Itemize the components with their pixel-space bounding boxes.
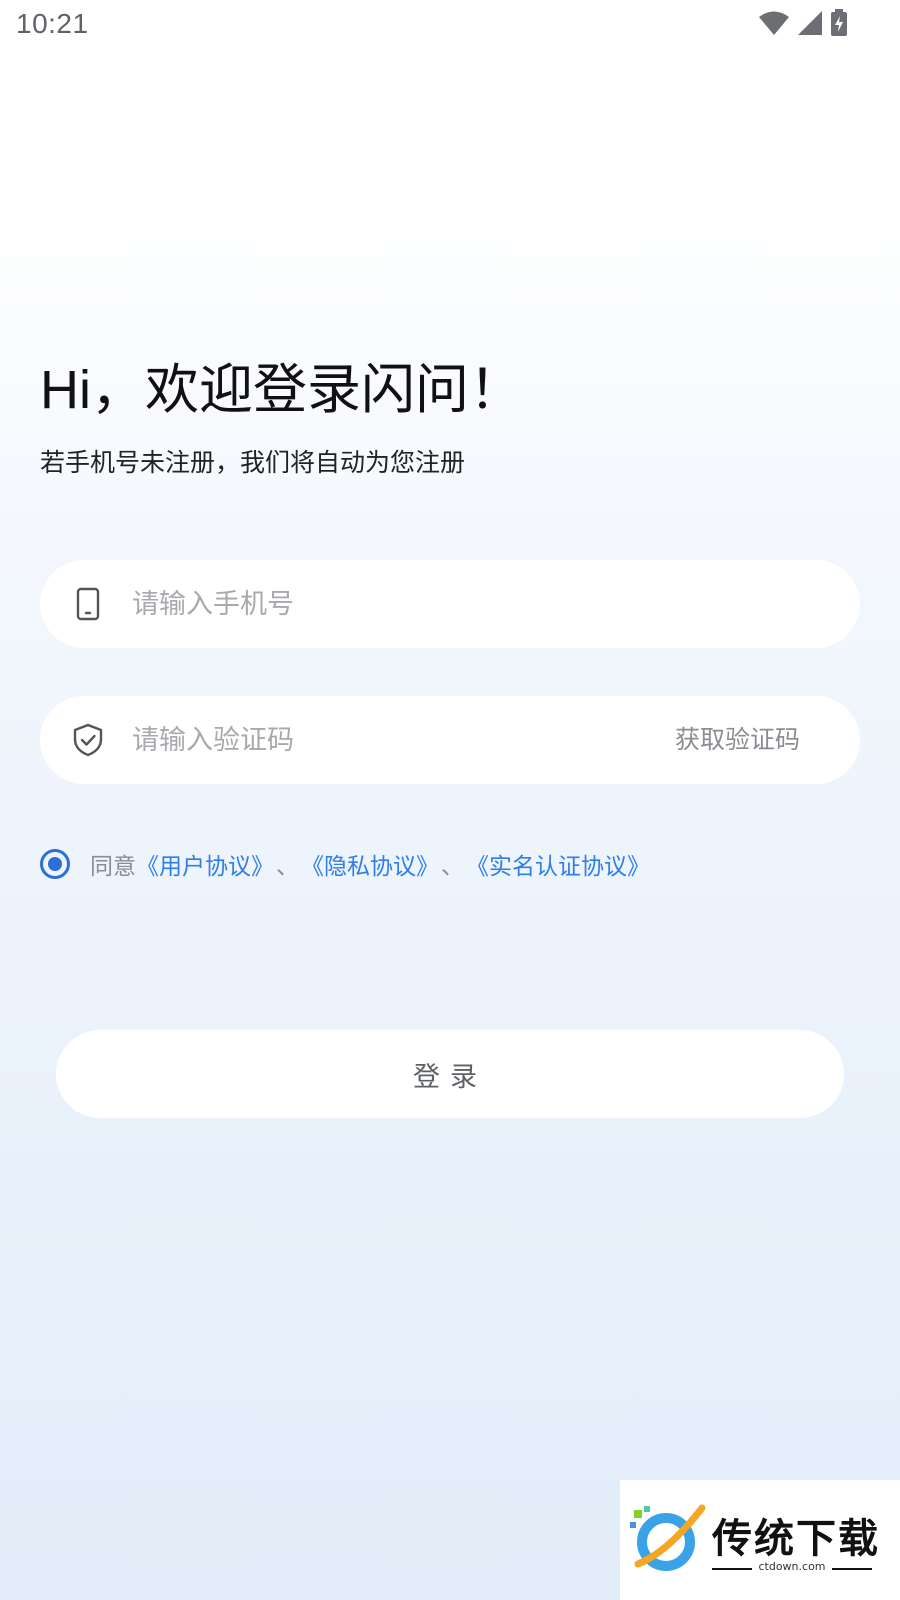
agree-prefix: 同意 bbox=[90, 854, 136, 880]
watermark-logo-icon bbox=[630, 1504, 706, 1571]
battery-charging-icon bbox=[831, 9, 847, 36]
agreement-row: 同意 《用户协议》 、 《隐私协议》 、 《实名认证协议》 bbox=[40, 848, 650, 880]
register-hint: 若手机号未注册，我们将自动为您注册 bbox=[40, 448, 466, 477]
agree-radio[interactable] bbox=[40, 849, 70, 879]
separator: 、 bbox=[276, 854, 299, 880]
realname-agreement-link[interactable]: 《实名认证协议》 bbox=[466, 847, 650, 881]
watermark-title: 传统下载 bbox=[712, 1516, 880, 1562]
watermark-subtitle: ctdown.com bbox=[758, 1560, 826, 1573]
phone-input[interactable] bbox=[132, 560, 612, 648]
login-button[interactable]: 登录 bbox=[56, 1030, 844, 1118]
radio-dot bbox=[48, 857, 62, 871]
code-input[interactable] bbox=[132, 696, 612, 784]
get-code-button[interactable]: 获取验证码 bbox=[675, 696, 800, 784]
privacy-agreement-link[interactable]: 《隐私协议》 bbox=[301, 847, 439, 881]
phone-icon bbox=[76, 587, 100, 621]
page-title: Hi，欢迎登录闪问！ bbox=[40, 360, 523, 420]
status-time: 10:21 bbox=[16, 8, 89, 39]
code-field[interactable]: 获取验证码 bbox=[40, 696, 860, 784]
user-agreement-link[interactable]: 《用户协议》 bbox=[136, 847, 274, 881]
signal-icon bbox=[798, 11, 822, 35]
status-icons bbox=[758, 8, 848, 38]
shield-check-icon bbox=[73, 723, 103, 757]
separator: 、 bbox=[441, 854, 464, 880]
watermark: 传统下载 ctdown.com bbox=[620, 1480, 900, 1600]
status-bar: 10:21 bbox=[0, 0, 900, 50]
phone-field[interactable] bbox=[40, 560, 860, 648]
wifi-icon bbox=[759, 11, 789, 35]
watermark-line-right bbox=[832, 1568, 872, 1570]
